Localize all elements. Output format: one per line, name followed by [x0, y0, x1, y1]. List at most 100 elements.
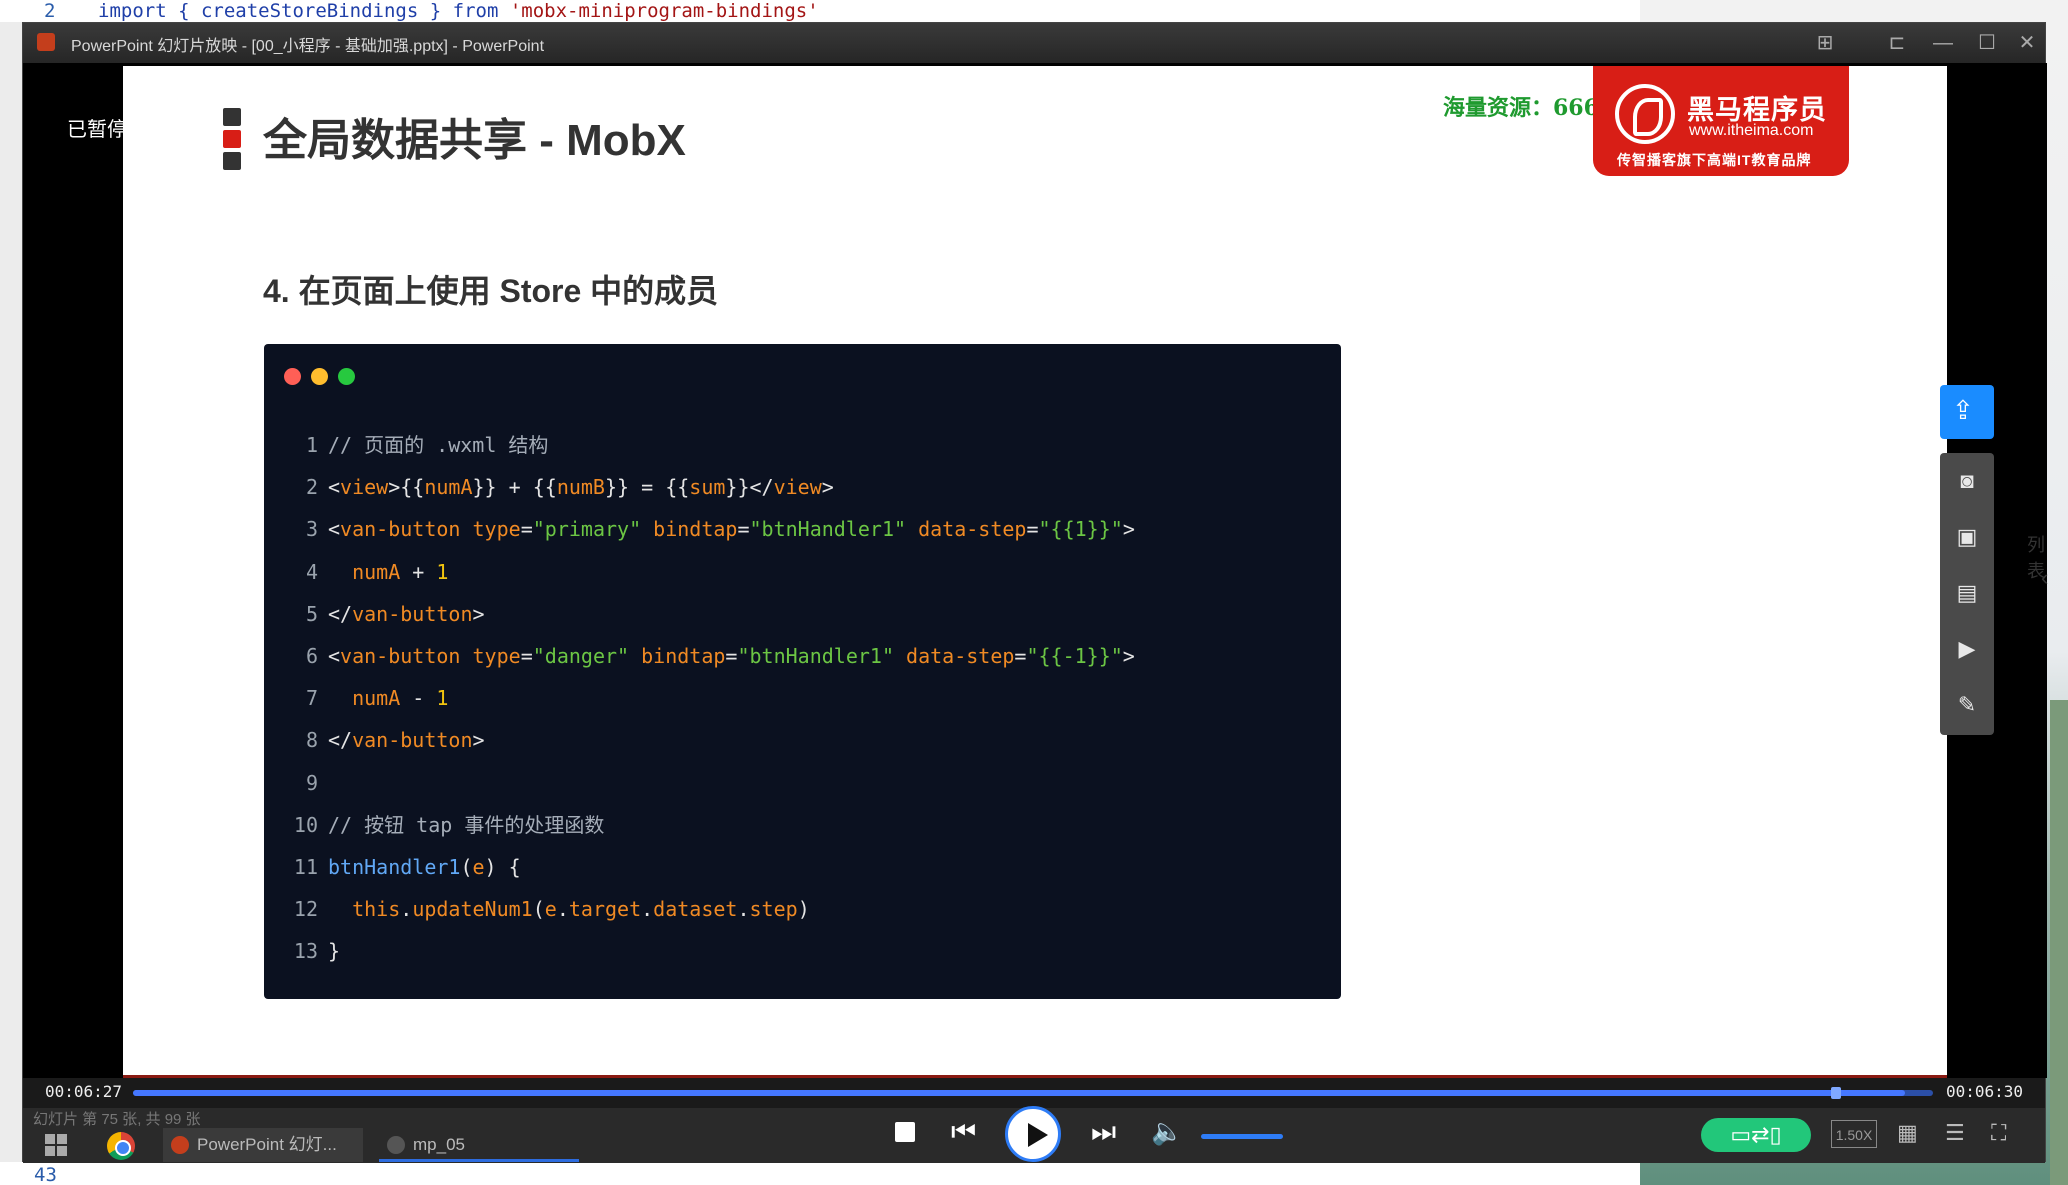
- code-line: 11 btnHandler1(e) {: [264, 846, 1341, 888]
- tool-strip: ◙ ▣ ▤ ▶ ✎: [1940, 453, 1994, 735]
- presentation-slide: 海量资源：666java.com 黑马程序员 www.itheima.com 传…: [123, 66, 1947, 1078]
- stop-button[interactable]: [895, 1122, 915, 1142]
- seek-bar[interactable]: [133, 1087, 1933, 1099]
- code-lines: 1 // 页面的 .wxml 结构 2 <view>{{numA}} + {{numB…: [264, 424, 1341, 972]
- time-total: 00:06:30: [1945, 1082, 2023, 1101]
- fullscreen-icon[interactable]: ⛶: [1991, 1120, 2006, 1146]
- code-line-number: 9: [305, 770, 318, 795]
- pen-icon[interactable]: ✎: [1940, 677, 1994, 733]
- pin-icon[interactable]: ⊏: [1883, 29, 1911, 57]
- share-icon: ⇪: [1952, 395, 1974, 425]
- next-icon[interactable]: ⏭: [1091, 1116, 1116, 1149]
- taskbar-mp05[interactable]: mp_05: [379, 1128, 579, 1162]
- code-line-number: 11: [293, 854, 318, 879]
- code-line-number: 6: [305, 643, 318, 668]
- screen-mode-toggle[interactable]: ▭⇄▯: [1701, 1118, 1811, 1152]
- code-line-text: </van-button>: [328, 601, 485, 626]
- slide-title: 全局数据共享 - MobX: [263, 116, 686, 165]
- seek-bar-fill: [133, 1090, 1906, 1096]
- window-dots: [284, 368, 365, 390]
- window-title: PowerPoint 幻灯片放映 - [00_小程序 - 基础加强.pptx] …: [71, 38, 545, 55]
- red-dot-icon: [284, 368, 301, 385]
- code-line: 4 numA + 1: [264, 551, 1341, 593]
- code-line-text: }: [328, 939, 341, 964]
- paused-status: 已暂停: [67, 119, 127, 141]
- code-line: 9: [264, 762, 1341, 804]
- share-button[interactable]: ⇪: [1940, 385, 1994, 439]
- line-number: 2: [44, 0, 56, 22]
- code-line-text: numA - 1: [352, 686, 449, 711]
- line-number: 43: [34, 1164, 57, 1185]
- chrome-icon[interactable]: [107, 1132, 135, 1160]
- time-elapsed: 00:06:27: [45, 1082, 123, 1101]
- code-line-text: // 按钮 tap 事件的处理函数: [328, 812, 605, 837]
- code-line: 8 </van-button>: [264, 719, 1341, 761]
- code-line-number: 5: [305, 601, 318, 626]
- taskbar-powerpoint[interactable]: PowerPoint 幻灯...: [163, 1128, 363, 1162]
- chevron-left-icon[interactable]: ‹: [2041, 565, 2048, 591]
- windows-start-icon[interactable]: [45, 1134, 67, 1156]
- code-line: 6 <van-button type="danger" bindtap="btnH…: [264, 635, 1341, 677]
- code-line: 10 // 按钮 tap 事件的处理函数: [264, 804, 1341, 846]
- seek-bar-thumb[interactable]: [1830, 1087, 1841, 1099]
- toolbox-icon[interactable]: ▦: [1897, 1120, 1918, 1146]
- code-line-number: 8: [305, 728, 318, 753]
- code-line: 2 <view>{{numA}} + {{numB}} = {{sum}}</vi…: [264, 466, 1341, 508]
- slide-subtitle: 4. 在页面上使用 Store 中的成员: [263, 273, 719, 309]
- brand-logo: 黑马程序员 www.itheima.com 传智播客旗下高端IT教育品牌: [1593, 66, 1849, 176]
- control-bar: 幻灯片 第 75 张, 共 99 张 PowerPoint 幻灯... mp_0…: [23, 1106, 2045, 1163]
- code-line-number: 2: [305, 475, 318, 500]
- code-line: 7 numA - 1: [264, 677, 1341, 719]
- green-dot-icon: [338, 368, 355, 385]
- code-line-number: 10: [293, 812, 318, 837]
- editor-code: import { createStoreBindings } from 'mob…: [98, 0, 819, 22]
- volume-slider[interactable]: [1201, 1134, 1283, 1139]
- yellow-dot-icon: [311, 368, 328, 385]
- code-line-text: <van-button type="danger" bindtap="btnHa…: [328, 643, 1135, 668]
- gif-icon[interactable]: ▤: [1940, 565, 1994, 621]
- code-block: 1 // 页面的 .wxml 结构 2 <view>{{numA}} + {{numB…: [264, 344, 1341, 999]
- code-line: 13}: [264, 930, 1341, 972]
- background-editor-bottom: 43: [0, 1162, 1640, 1185]
- letterbox-left: [23, 63, 123, 1078]
- maximize-button[interactable]: ☐: [1973, 29, 2001, 57]
- video-player-window: PowerPoint 幻灯片放映 - [00_小程序 - 基础加强.pptx] …: [22, 22, 2048, 1163]
- code-line: 1 // 页面的 .wxml 结构: [264, 424, 1341, 466]
- play-button[interactable]: [1005, 1106, 1061, 1162]
- logo-url: www.itheima.com: [1689, 122, 1814, 139]
- powerpoint-icon: [37, 33, 55, 51]
- taskbar-overlay: PowerPoint 幻灯... mp_05: [23, 1126, 579, 1163]
- code-line-number: 13: [293, 939, 318, 964]
- code-line-text: </van-button>: [328, 728, 485, 753]
- title-marker-icon: [223, 108, 241, 174]
- code-line-number: 12: [293, 897, 318, 922]
- camera-icon[interactable]: ◙: [1940, 453, 1994, 509]
- code-line-text: btnHandler1(e) {: [328, 854, 521, 879]
- code-line-number: 7: [305, 686, 318, 711]
- settings-icon[interactable]: ☰: [1945, 1120, 1965, 1146]
- code-line: 3 <van-button type="primary" bindtap="btn…: [264, 508, 1341, 550]
- logo-tagline: 传智播客旗下高端IT教育品牌: [1617, 152, 1812, 168]
- title-bar: PowerPoint 幻灯片放映 - [00_小程序 - 基础加强.pptx] …: [23, 23, 2045, 63]
- code-line-text: // 页面的 .wxml 结构: [328, 433, 549, 457]
- layout-icon[interactable]: ⊞: [1811, 29, 1839, 57]
- code-line: 5 </van-button>: [264, 593, 1341, 635]
- code-line-text: <van-button type="primary" bindtap="btnH…: [328, 517, 1135, 542]
- video-icon[interactable]: ▶: [1940, 621, 1994, 677]
- minimize-button[interactable]: —: [1929, 29, 1957, 57]
- close-button[interactable]: ✕: [2013, 29, 2041, 57]
- speed-button[interactable]: 1.50X: [1831, 1120, 1877, 1148]
- code-line-text: <view>{{numA}} + {{numB}} = {{sum}}</vie…: [328, 475, 834, 500]
- previous-icon[interactable]: ⏮: [951, 1116, 976, 1149]
- progress-area: 00:06:27 00:06:30: [23, 1078, 2045, 1108]
- code-line-number: 1: [305, 433, 318, 457]
- code-line: 12 this.updateNum1(e.target.dataset.step…: [264, 888, 1341, 930]
- background-editor-line: 2 import { createStoreBindings } from 'm…: [0, 0, 1640, 22]
- code-line-text: this.updateNum1(e.target.dataset.step): [352, 897, 810, 922]
- code-line-number: 4: [305, 559, 318, 584]
- code-line-text: numA + 1: [352, 559, 449, 584]
- code-line-number: 3: [305, 517, 318, 542]
- image-icon[interactable]: ▣: [1940, 509, 1994, 565]
- logo-emblem-icon: [1615, 84, 1675, 144]
- volume-icon[interactable]: 🔈: [1151, 1116, 1183, 1147]
